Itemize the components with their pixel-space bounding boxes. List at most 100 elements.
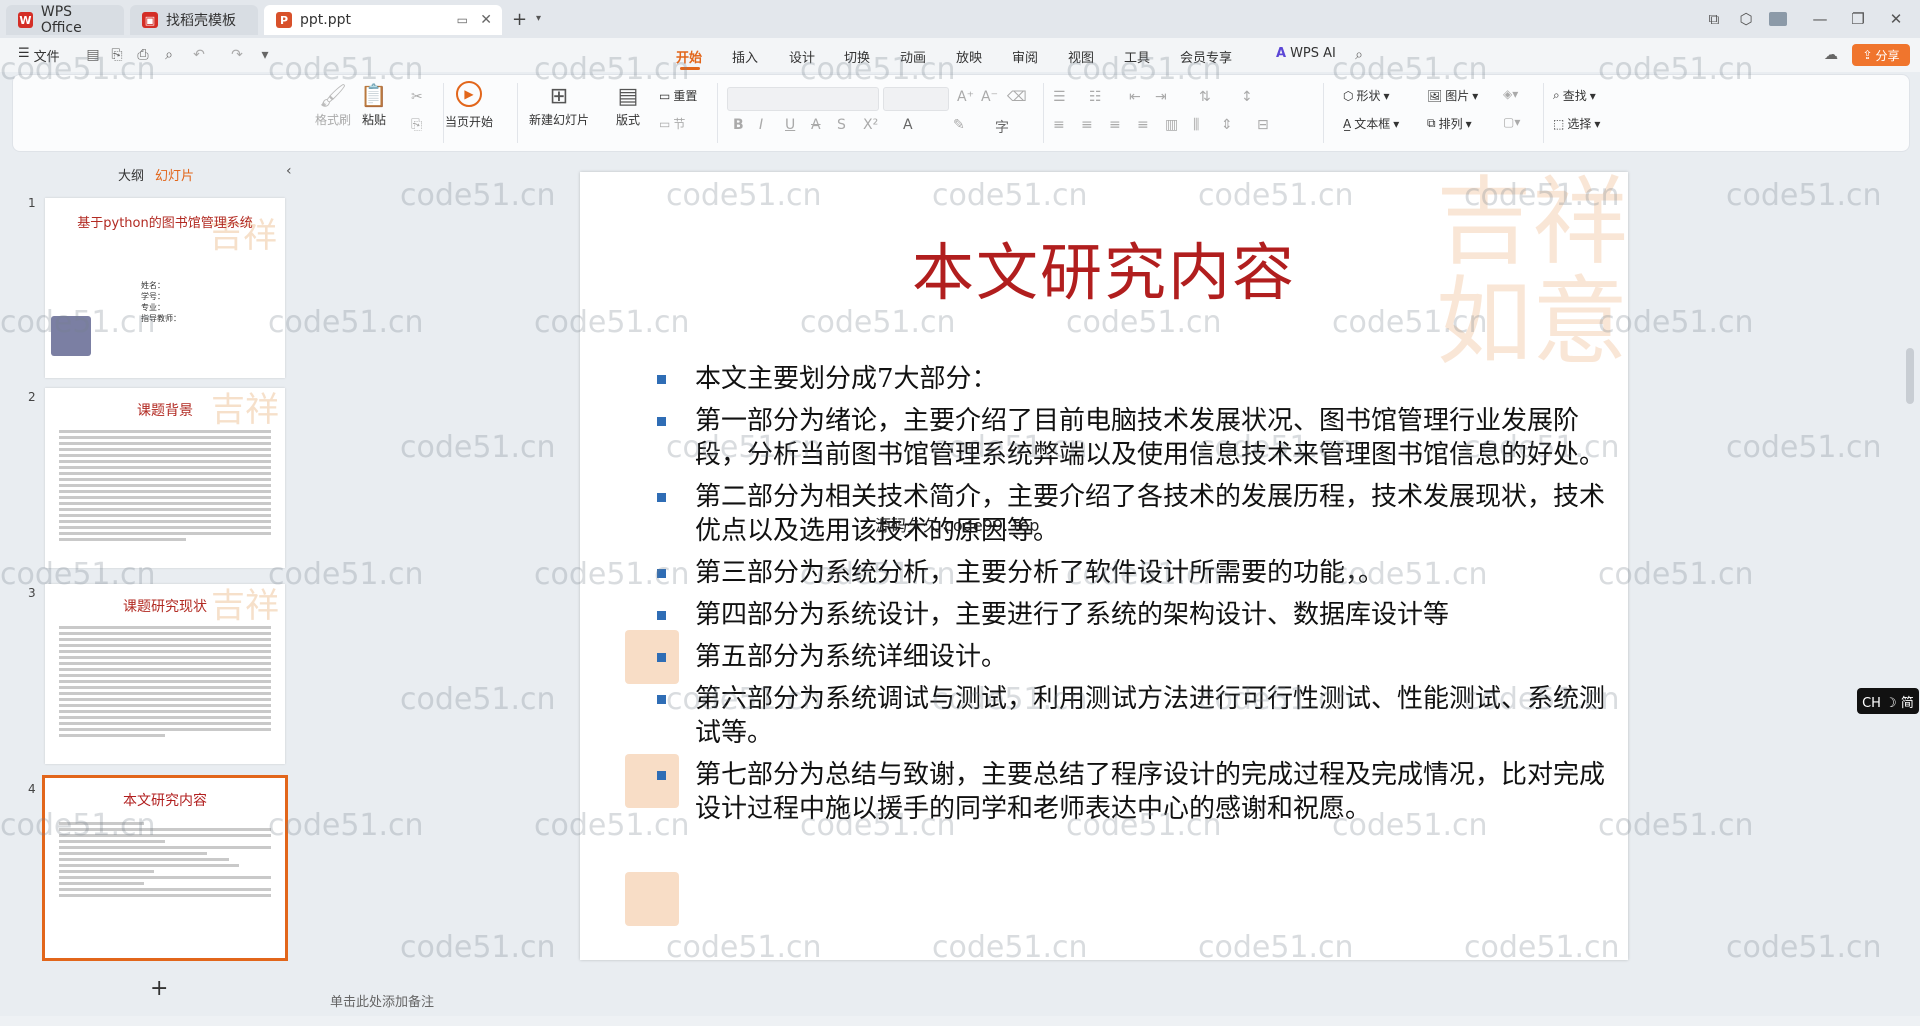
bullet-item[interactable]: 第五部分为系统详细设计。 <box>655 640 1605 674</box>
tab-slides[interactable]: 幻灯片 <box>155 165 194 184</box>
textbox-button[interactable]: A̲ 文本框 ▾ <box>1343 115 1399 132</box>
bold-icon[interactable]: B <box>733 117 744 133</box>
close-tab-icon[interactable]: ✕ <box>480 12 492 28</box>
tab-view[interactable]: 视图 <box>1068 47 1094 66</box>
share-button[interactable]: ⇪ 分享 <box>1852 44 1910 66</box>
tab-animation[interactable]: 动画 <box>900 47 926 66</box>
format-painter-button[interactable]: 🖌 格式刷 <box>315 81 351 128</box>
paragraph-spacing-icon[interactable]: ⇕ <box>1221 117 1233 133</box>
vertical-scrollbar[interactable] <box>1906 348 1914 404</box>
add-slide-button[interactable]: + <box>150 976 168 1001</box>
wps-ai-button[interactable]: A WPS AI <box>1276 46 1336 61</box>
font-family-select[interactable] <box>727 87 879 111</box>
tab-member[interactable]: 会员专享 <box>1180 47 1232 66</box>
slide-thumbnail-1[interactable]: 吉祥 基于python的图书馆管理系统 姓名： 学号： 专业： 指导教师： <box>45 198 285 378</box>
clear-format-icon[interactable]: ⌫ <box>1007 89 1027 105</box>
tab-insert[interactable]: 插入 <box>732 47 758 66</box>
phonetic-icon[interactable]: 字 <box>995 117 1009 137</box>
strikethrough-icon[interactable]: A <box>811 117 821 133</box>
file-menu[interactable]: ☰ 文件 <box>18 46 60 65</box>
bullet-item[interactable]: 第二部分为相关技术简介，主要介绍了各技术的发展历程，技术发展现状，技术优点以及选… <box>655 480 1605 548</box>
outline-button[interactable]: ▢▾ <box>1503 115 1520 129</box>
italic-icon[interactable]: I <box>759 117 763 133</box>
save-icon[interactable]: ▤ <box>84 46 102 64</box>
increase-indent-icon[interactable]: ⇥ <box>1155 89 1167 105</box>
undo-icon[interactable]: ↶ <box>190 46 208 64</box>
section-button[interactable]: ▭ 节 <box>659 115 685 132</box>
select-button[interactable]: ⬚ 选择 ▾ <box>1553 115 1600 132</box>
bullet-list[interactable]: 本文主要划分成7大部分： 第一部分为绪论，主要介绍了目前电脑技术发展状况、图书馆… <box>655 362 1605 834</box>
shape-button[interactable]: ⬡ 形状 ▾ <box>1343 87 1390 104</box>
slide-title[interactable]: 本文研究内容 <box>580 222 1628 312</box>
tab-slideshow[interactable]: 放映 <box>956 47 982 66</box>
columns-icon[interactable]: ⫼ <box>1193 117 1199 133</box>
justify-icon[interactable]: ≡ <box>1137 117 1149 133</box>
align-left-icon[interactable]: ≡ <box>1053 117 1065 133</box>
window-layout-icon[interactable]: ⧉ <box>1700 6 1728 32</box>
quick-access-dropdown-icon[interactable]: ▾ <box>256 46 274 64</box>
font-color-icon[interactable]: A <box>903 117 913 133</box>
superscript-icon[interactable]: X² <box>863 117 878 133</box>
layout-button[interactable]: ▤ 版式 <box>613 81 643 128</box>
highlight-icon[interactable]: ✎ <box>953 117 965 133</box>
minimize-icon[interactable]: — <box>1806 6 1834 32</box>
bullet-item[interactable]: 第四部分为系统设计，主要进行了系统的架构设计、数据库设计等 <box>655 598 1605 632</box>
tab-review[interactable]: 审阅 <box>1012 47 1038 66</box>
decrease-font-icon[interactable]: A⁻ <box>981 89 998 105</box>
tab-home[interactable]: 开始 <box>676 47 702 66</box>
vertical-align-icon[interactable]: ⊟ <box>1257 117 1269 133</box>
bullet-item[interactable]: 第七部分为总结与致谢，主要总结了程序设计的完成过程及完成情况，比对完成设计过程中… <box>655 758 1605 826</box>
picture-button[interactable]: 🖼 图片 ▾ <box>1427 87 1478 104</box>
notes-area[interactable]: 单击此处添加备注 <box>320 984 1900 1014</box>
slide-thumbnail-2[interactable]: 吉祥 课题背景 <box>45 388 285 568</box>
font-size-select[interactable] <box>883 87 949 111</box>
search-icon[interactable]: ⌕ <box>1350 46 1368 64</box>
bullet-item[interactable]: 第三部分为系统分析，主要分析了软件设计所需要的功能，。 <box>655 556 1605 590</box>
reset-button[interactable]: ▭ 重置 <box>659 87 697 104</box>
tab-outline[interactable]: 大纲 <box>118 165 144 184</box>
underline-icon[interactable]: U <box>785 117 795 133</box>
bullet-item[interactable]: 本文主要划分成7大部分： <box>655 362 1605 396</box>
from-current-slide-button[interactable]: ▶ 当页开始 <box>445 81 493 130</box>
increase-font-icon[interactable]: A⁺ <box>957 89 974 105</box>
numbered-list-icon[interactable]: ☷ <box>1089 89 1102 105</box>
decrease-indent-icon[interactable]: ⇤ <box>1129 89 1141 105</box>
find-button[interactable]: ⌕ 查找 ▾ <box>1553 87 1596 104</box>
tab-tools[interactable]: 工具 <box>1124 47 1150 66</box>
pin-icon[interactable]: ▭ <box>457 13 468 27</box>
align-center-icon[interactable]: ≡ <box>1081 117 1093 133</box>
tab-template[interactable]: ▣ 找稻壳模板 <box>130 5 258 35</box>
bullet-list-icon[interactable]: ☰ <box>1053 89 1066 105</box>
print-preview-icon[interactable]: ⌕ <box>160 46 178 64</box>
tab-wps-office[interactable]: W WPS Office <box>6 4 124 36</box>
text-direction-icon[interactable]: ⇅ <box>1199 89 1211 105</box>
slide-canvas[interactable]: 吉祥如意 本文研究内容 本文主要划分成7大部分： 第一部分为绪论，主要介绍了目前… <box>580 172 1628 960</box>
slide-thumbnail-4[interactable]: 本文研究内容 <box>42 775 288 961</box>
cube-icon[interactable]: ⬡ <box>1732 6 1760 32</box>
shadow-icon[interactable]: S <box>837 117 846 133</box>
cloud-sync-icon[interactable]: ☁ <box>1822 46 1840 64</box>
collapse-panel-icon[interactable]: ‹ <box>286 163 292 179</box>
line-spacing-icon[interactable]: ↕ <box>1241 89 1253 105</box>
new-tab-icon[interactable]: + <box>512 9 527 30</box>
restore-icon[interactable]: ❐ <box>1844 6 1872 32</box>
bullet-item[interactable]: 第六部分为系统调试与测试，利用测试方法进行可行性测试、性能测试、系统测试等。 <box>655 682 1605 750</box>
slide-thumbnail-3[interactable]: 吉祥 课题研究现状 <box>45 584 285 764</box>
arrange-button[interactable]: ⧉ 排列 ▾ <box>1427 115 1472 132</box>
align-right-icon[interactable]: ≡ <box>1109 117 1121 133</box>
tab-ppt-file[interactable]: P ppt.ppt ▭ ✕ <box>264 5 502 35</box>
cut-icon[interactable]: ✂ <box>411 89 423 105</box>
new-slide-button[interactable]: ⊞ 新建幻灯片 <box>529 81 589 128</box>
fill-button[interactable]: ◈▾ <box>1503 87 1518 101</box>
avatar[interactable] <box>1764 6 1792 32</box>
ime-indicator[interactable]: CH ☽ 简 <box>1857 688 1919 714</box>
copy-icon[interactable]: ⎘ <box>411 117 422 133</box>
redo-icon[interactable]: ↷ <box>228 46 246 64</box>
distribute-icon[interactable]: ▥ <box>1165 117 1178 133</box>
close-window-icon[interactable]: ✕ <box>1882 6 1910 32</box>
tab-design[interactable]: 设计 <box>789 47 815 66</box>
paste-button[interactable]: 📋 粘贴 <box>359 81 389 128</box>
tab-transition[interactable]: 切换 <box>844 47 870 66</box>
export-pdf-icon[interactable]: ⎘ <box>108 46 126 64</box>
bullet-item[interactable]: 第一部分为绪论，主要介绍了目前电脑技术发展状况、图书馆管理行业发展阶段，分析当前… <box>655 404 1605 472</box>
